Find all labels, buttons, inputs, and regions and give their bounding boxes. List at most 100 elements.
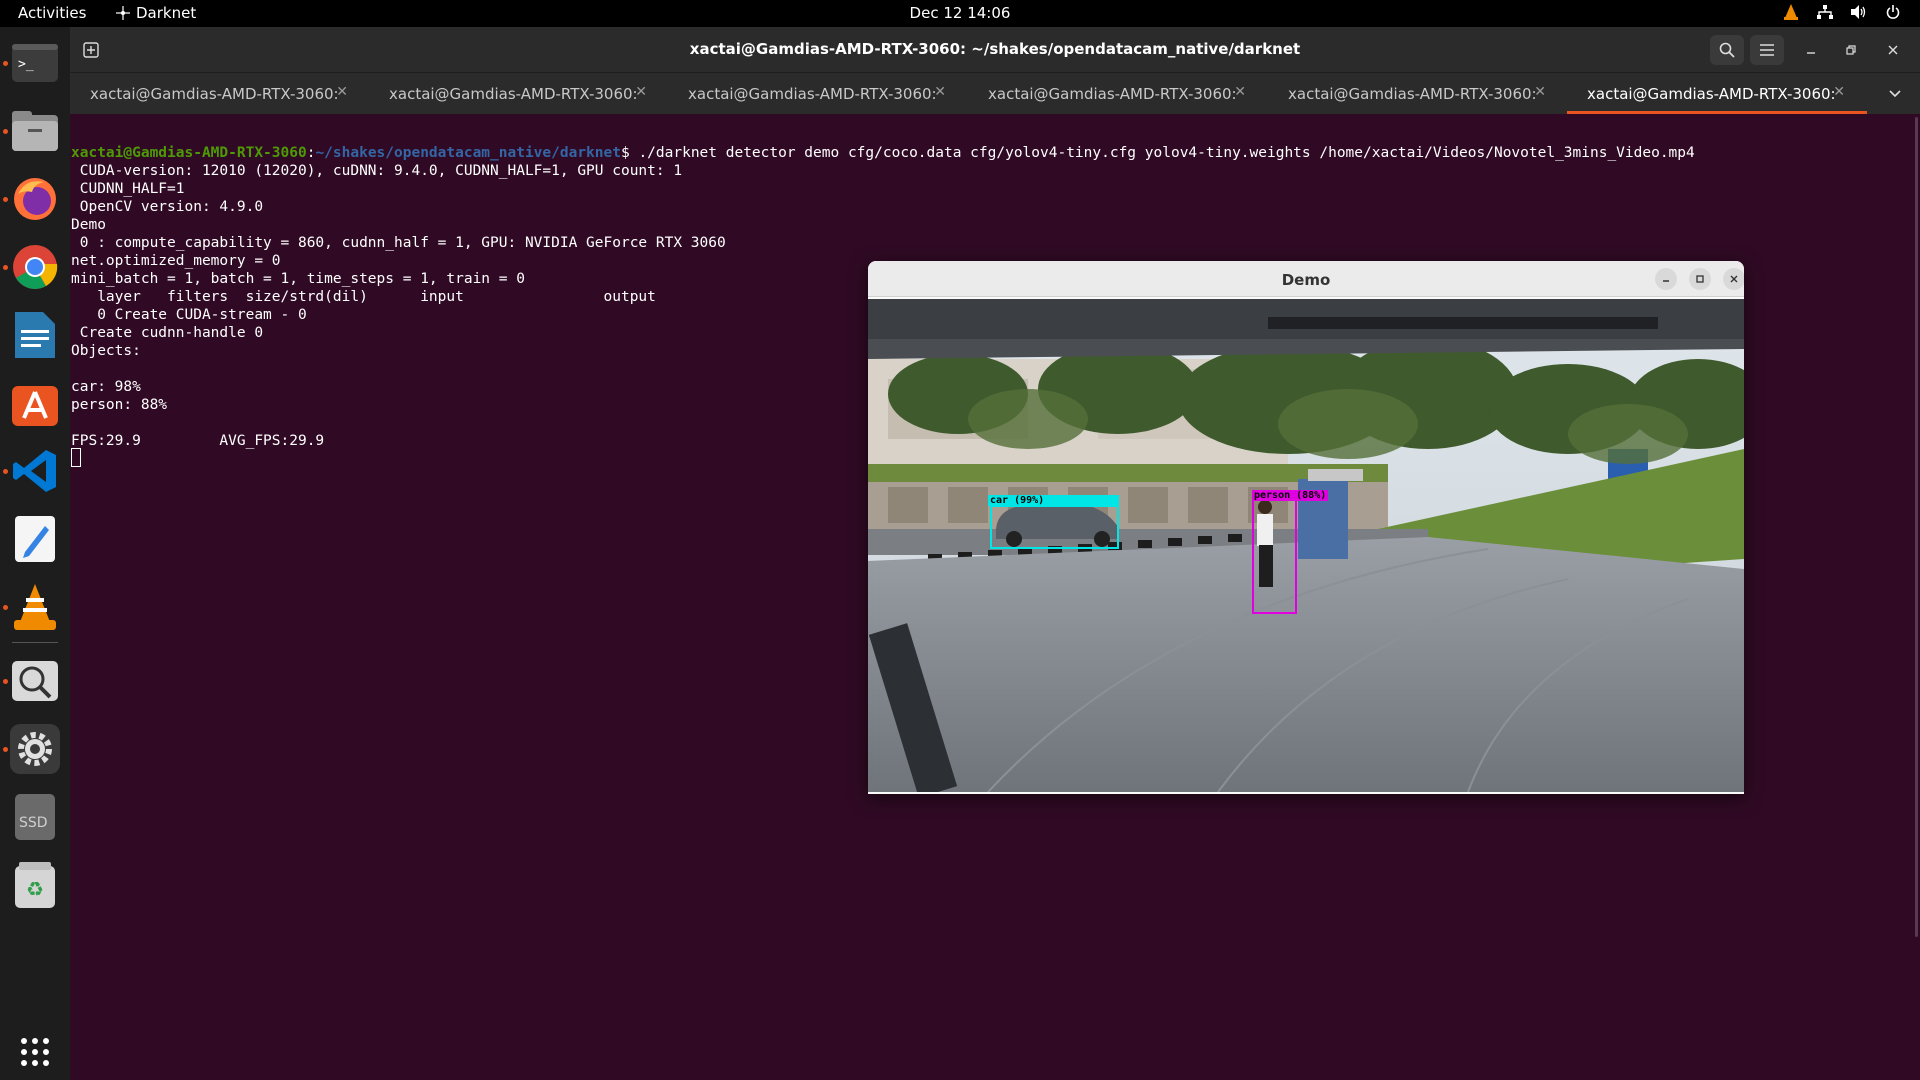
terminal-cursor xyxy=(71,448,81,467)
app-menu[interactable]: Darknet xyxy=(116,4,196,22)
menu-button[interactable] xyxy=(1750,35,1784,65)
tab-label: xactai@Gamdias-AMD-RTX-3060: ... xyxy=(988,84,1236,103)
hamburger-menu-icon xyxy=(1760,44,1774,56)
trash-dock-icon[interactable]: ♻ xyxy=(10,860,60,910)
tab-list-button[interactable] xyxy=(1878,79,1912,109)
show-apps-icon[interactable] xyxy=(10,1027,60,1077)
terminal-tab[interactable]: xactai@Gamdias-AMD-RTX-3060: ... ✕ xyxy=(668,73,968,114)
power-icon[interactable] xyxy=(1884,3,1902,21)
chevron-down-icon xyxy=(1889,90,1901,98)
terminal-tab-active[interactable]: xactai@Gamdias-AMD-RTX-3060: ... ✕ xyxy=(1567,73,1867,114)
terminal-tab[interactable]: xactai@Gamdias-AMD-RTX-3060: ... ✕ xyxy=(968,73,1268,114)
vlc-dock-icon[interactable] xyxy=(10,582,60,632)
demo-title-bar[interactable]: Demo xyxy=(868,261,1744,297)
tab-label: xactai@Gamdias-AMD-RTX-3060: ... xyxy=(389,84,637,103)
running-indicator xyxy=(3,61,8,66)
running-indicator xyxy=(3,265,8,270)
minimize-icon xyxy=(1807,52,1815,54)
clock[interactable]: Dec 12 14:06 xyxy=(0,4,1920,22)
output-line: person: 88% xyxy=(71,397,168,413)
top-bar: Activities Darknet Dec 12 14:06 xyxy=(0,0,1920,27)
running-indicator xyxy=(3,197,8,202)
tab-label: xactai@Gamdias-AMD-RTX-3060: ... xyxy=(1587,84,1835,103)
output-line: CUDA-version: 12010 (12020), cuDNN: 9.4.… xyxy=(71,163,683,179)
search-button[interactable] xyxy=(1710,35,1744,65)
settings-dock-icon[interactable] xyxy=(10,724,60,774)
window-title: xactai@Gamdias-AMD-RTX-3060: ~/shakes/op… xyxy=(689,40,1301,58)
demo-minimize-button[interactable] xyxy=(1655,268,1677,290)
tab-label: xactai@Gamdias-AMD-RTX-3060: ... xyxy=(90,84,338,103)
demo-window: Demo car (99%) person (88%) xyxy=(868,261,1744,794)
volume-icon[interactable] xyxy=(1850,3,1868,21)
close-icon xyxy=(1888,45,1898,55)
output-line: 0 : compute_capability = 860, cudnn_half… xyxy=(71,235,726,251)
vscode-dock-icon[interactable] xyxy=(10,446,60,496)
terminal-dock-icon[interactable]: >_ xyxy=(10,38,60,88)
libreoffice-writer-dock-icon[interactable] xyxy=(10,310,60,360)
car-detection-box xyxy=(990,505,1119,549)
svg-text:♻: ♻ xyxy=(26,877,44,901)
command-text: $ ./darknet detector demo cfg/coco.data … xyxy=(620,145,1695,161)
app-center-dock-icon[interactable] xyxy=(10,378,60,428)
prompt-user: xactai@Gamdias-AMD-RTX-3060 xyxy=(71,145,307,161)
person-detection-label: person (88%) xyxy=(1252,490,1329,501)
dock: >_ SSD ♻ xyxy=(0,27,70,1080)
running-indicator xyxy=(3,129,8,134)
network-icon[interactable] xyxy=(1816,3,1834,21)
video-frame: car (99%) person (88%) xyxy=(868,299,1744,792)
image-viewer-dock-icon[interactable] xyxy=(10,656,60,706)
tab-label: xactai@Gamdias-AMD-RTX-3060: ... xyxy=(688,84,936,103)
vlc-tray-icon[interactable] xyxy=(1782,3,1800,21)
tab-close-icon[interactable]: ✕ xyxy=(635,84,647,100)
demo-maximize-button[interactable] xyxy=(1689,268,1711,290)
tab-close-icon[interactable]: ✕ xyxy=(1833,84,1845,100)
scrollbar[interactable] xyxy=(1915,117,1918,937)
tab-bar: xactai@Gamdias-AMD-RTX-3060: ... ✕ xacta… xyxy=(70,73,1920,114)
tab-close-icon[interactable]: ✕ xyxy=(1534,84,1546,100)
output-line: layer filters size/strd(dil) input outpu… xyxy=(71,289,656,305)
running-indicator xyxy=(3,679,8,684)
terminal-tab[interactable]: xactai@Gamdias-AMD-RTX-3060: ... ✕ xyxy=(1268,73,1568,114)
person-detection-box xyxy=(1252,490,1297,614)
demo-window-title: Demo xyxy=(1281,271,1331,289)
terminal-tab[interactable]: xactai@Gamdias-AMD-RTX-3060: ... ✕ xyxy=(70,73,370,114)
output-line: mini_batch = 1, batch = 1, time_steps = … xyxy=(71,271,525,287)
output-line: Demo xyxy=(71,217,106,233)
dock-separator xyxy=(12,642,58,643)
output-line: net.optimized_memory = 0 xyxy=(71,253,281,269)
output-line: car: 98% xyxy=(71,379,141,395)
firefox-dock-icon[interactable] xyxy=(10,174,60,224)
tab-label: xactai@Gamdias-AMD-RTX-3060: ... xyxy=(1288,84,1536,103)
files-dock-icon[interactable] xyxy=(10,106,60,156)
demo-close-button[interactable] xyxy=(1723,268,1744,290)
output-line: CUDNN_HALF=1 xyxy=(71,181,185,197)
search-icon xyxy=(1719,42,1735,58)
output-line: OpenCV version: 4.9.0 xyxy=(71,199,264,215)
svg-text:>_: >_ xyxy=(18,57,34,72)
terminal-tab[interactable]: xactai@Gamdias-AMD-RTX-3060: ... ✕ xyxy=(369,73,669,114)
running-indicator xyxy=(3,469,8,474)
running-indicator xyxy=(3,747,8,752)
darknet-app-icon xyxy=(116,6,130,20)
restore-button[interactable] xyxy=(1834,35,1868,65)
close-icon xyxy=(1730,275,1738,283)
tab-close-icon[interactable]: ✕ xyxy=(934,84,946,100)
chrome-dock-icon[interactable] xyxy=(10,242,60,292)
text-editor-dock-icon[interactable] xyxy=(10,514,60,564)
minimize-icon xyxy=(1663,280,1669,282)
output-line: Create cudnn-handle 0 xyxy=(71,325,264,341)
restore-icon xyxy=(1846,45,1856,55)
prompt-path: ~/shakes/opendatacam_native/darknet xyxy=(315,145,621,161)
ssd-drive-dock-icon[interactable]: SSD xyxy=(10,792,60,842)
minimize-button[interactable] xyxy=(1794,35,1828,65)
system-tray[interactable] xyxy=(1782,3,1902,21)
app-name: Darknet xyxy=(136,4,197,22)
terminal-header-bar[interactable]: xactai@Gamdias-AMD-RTX-3060: ~/shakes/op… xyxy=(70,27,1920,73)
tab-close-icon[interactable]: ✕ xyxy=(336,84,348,100)
output-line: Objects: xyxy=(71,343,141,359)
activities-button[interactable]: Activities xyxy=(18,4,86,22)
output-line: 0 Create CUDA-stream - 0 xyxy=(71,307,307,323)
close-button[interactable] xyxy=(1876,35,1910,65)
output-line: FPS:29.9 AVG_FPS:29.9 xyxy=(71,433,325,449)
tab-close-icon[interactable]: ✕ xyxy=(1234,84,1246,100)
